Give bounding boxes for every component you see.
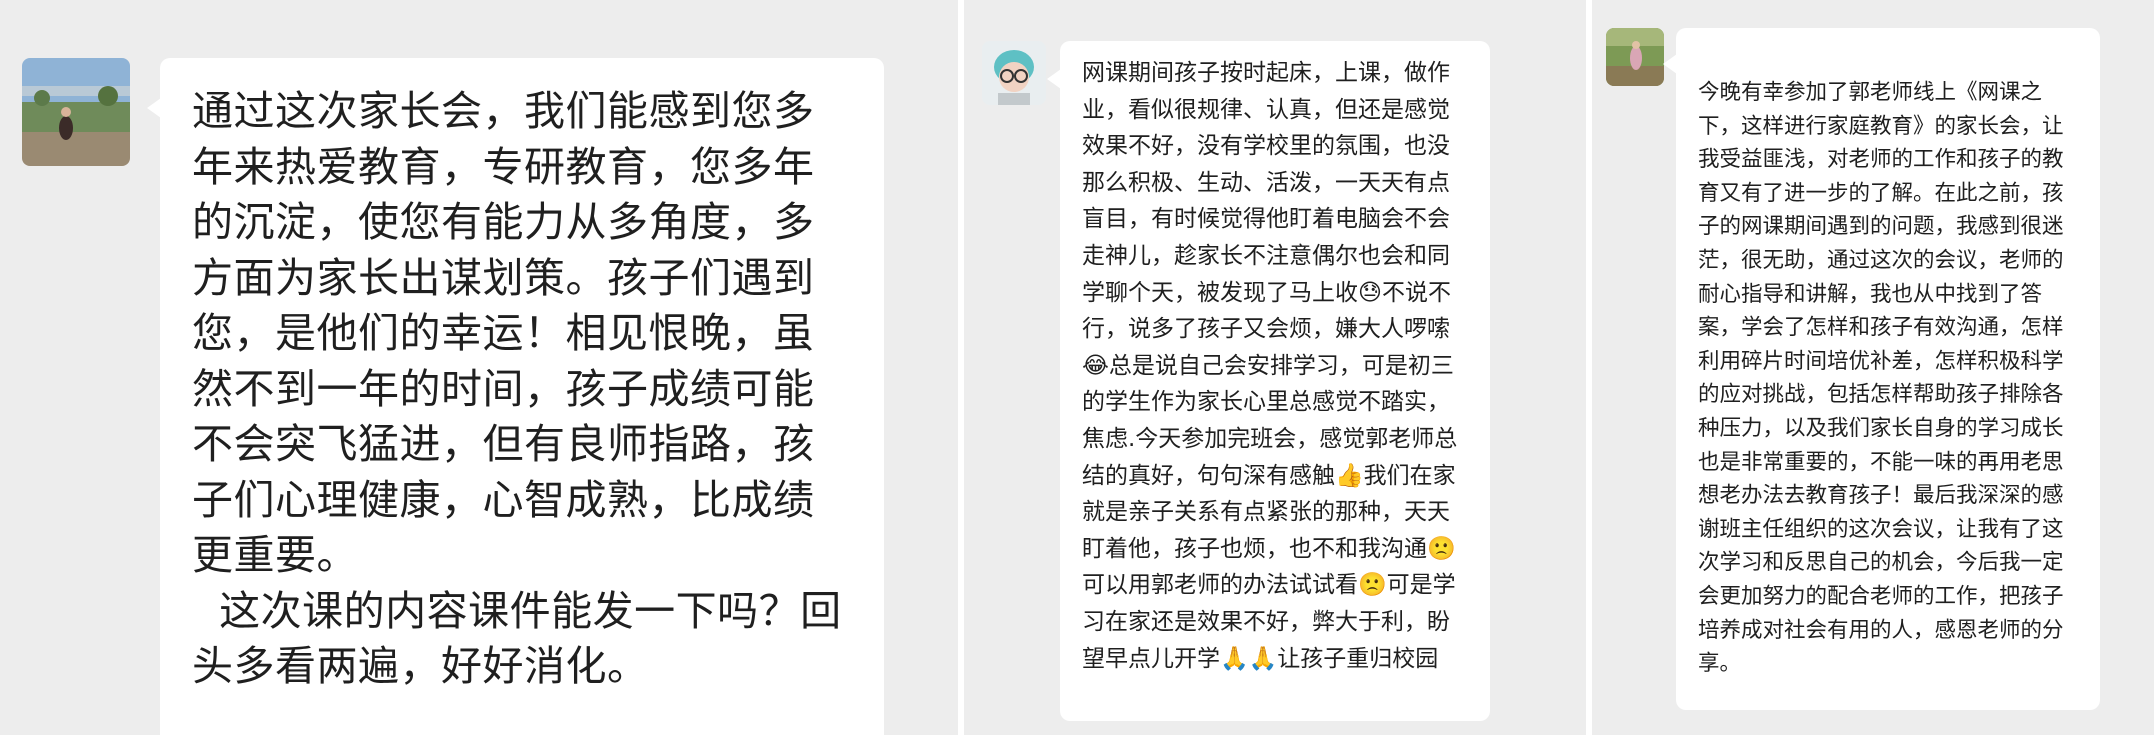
message-text: 网课期间孩子按时起床，上课，做作业，看似很规律、认真，但还是感觉效果不好，没有学… bbox=[1082, 60, 1458, 672]
message-text: 今晚有幸参加了郭老师线上《网课之下，这样进行家庭教育》的家长会，让我受益匪浅，对… bbox=[1698, 80, 2064, 677]
message-bubble[interactable]: 通过这次家长会，我们能感到您多年来热爱教育，专研教育，您多年的沉淀，使您有能力从… bbox=[147, 58, 884, 735]
avatar[interactable] bbox=[22, 58, 130, 166]
garden-photo-icon bbox=[1606, 28, 1664, 86]
message-text: 通过这次家长会，我们能感到您多年来热爱教育，专研教育，您多年的沉淀，使您有能力从… bbox=[192, 87, 842, 690]
message-bubble[interactable]: 网课期间孩子按时起床，上课，做作业，看似很规律、认真，但还是感觉效果不好，没有学… bbox=[1047, 41, 1490, 721]
chat-panel-1: 通过这次家长会，我们能感到您多年来热爱教育，专研教育，您多年的沉淀，使您有能力从… bbox=[0, 0, 958, 735]
person-avatar-icon bbox=[982, 41, 1046, 105]
chat-panel-3: 今晚有幸参加了郭老师线上《网课之下，这样进行家庭教育》的家长会，让我受益匪浅，对… bbox=[1592, 0, 2154, 735]
message-bubble[interactable]: 今晚有幸参加了郭老师线上《网课之下，这样进行家庭教育》的家长会，让我受益匪浅，对… bbox=[1663, 28, 2100, 710]
avatar[interactable] bbox=[982, 41, 1046, 105]
chat-panel-2: 网课期间孩子按时起床，上课，做作业，看似很规律、认真，但还是感觉效果不好，没有学… bbox=[964, 0, 1586, 735]
avatar[interactable] bbox=[1606, 28, 1664, 86]
landscape-photo-icon bbox=[22, 58, 130, 166]
